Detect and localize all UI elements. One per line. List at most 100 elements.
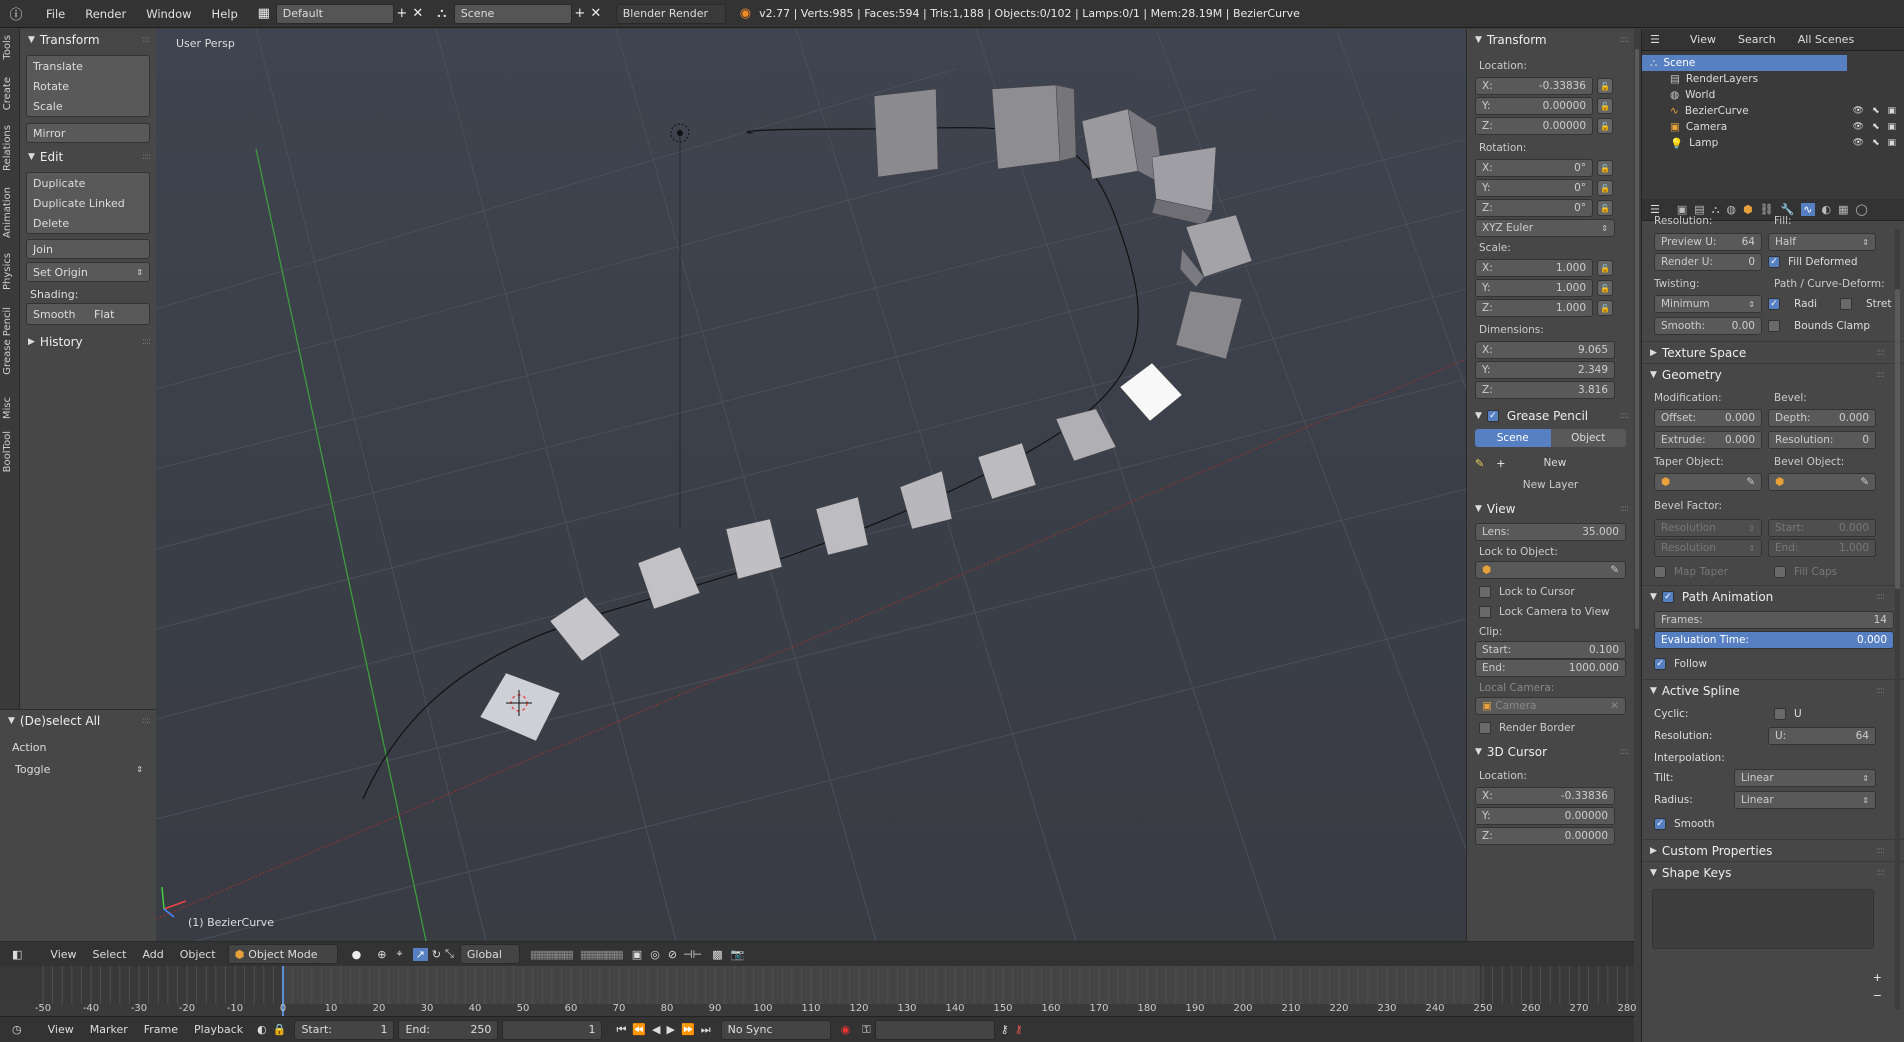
duplicate-linked-button[interactable]: Duplicate Linked [27,193,149,213]
bf-resolution-select-2[interactable]: Resolution ⇕ [1654,539,1762,557]
insert-keyframe-icon[interactable]: ⚷ [1001,1023,1009,1036]
cursor-panel-header[interactable]: ▼ 3D Cursor:::: [1467,741,1634,763]
delete-layout-icon[interactable]: ✕ [410,6,426,22]
npanel-scrollbar[interactable] [1634,29,1641,941]
lock-cursor-checkbox[interactable] [1479,586,1491,598]
render-border-checkbox[interactable] [1479,722,1491,734]
lock-cursor-row[interactable]: Lock to Cursor [1467,583,1634,601]
geometry-header[interactable]: ▼ Geometry:::: [1642,363,1904,385]
menu-file[interactable]: File [36,7,75,21]
sync-select[interactable]: No Sync [720,1019,831,1040]
outliner-editor-icon[interactable]: ☰ [1650,33,1660,46]
render-u-field[interactable]: Render U: 0 [1654,253,1762,271]
manipulator-icon[interactable]: ⌖ [396,947,402,961]
3d-viewport[interactable]: User Persp (1) BezierCurve [156,29,1466,941]
drag-grip-icon[interactable]: :::: [1620,747,1629,757]
tab-physics[interactable]: Physics [2,253,13,290]
lock-range-icon[interactable]: 🔒 [273,1023,287,1036]
follow-row[interactable]: ✓ Follow [1654,655,1894,673]
opengl-render-icon[interactable]: 📷 [731,948,745,961]
frames-field[interactable]: Frames: 14 [1654,611,1894,629]
action-select[interactable]: Toggle ⇕ [8,759,150,779]
outliner-item-scene[interactable]: ⛬ Scene [1642,55,1847,71]
rotation-x-field[interactable]: X: 0° [1475,159,1593,177]
active-spline-header[interactable]: ▼ Active Spline:::: [1642,679,1904,701]
drag-grip-icon[interactable]: :::: [1876,592,1885,602]
menu-object[interactable]: Object [172,948,224,961]
taper-object-field[interactable]: ⬢ ✎ [1654,473,1762,491]
add-icon[interactable]: + [1496,457,1505,470]
scale-manipulator-icon[interactable]: ⤡ [445,947,454,961]
spline-resolution-u-field[interactable]: U: 64 [1768,727,1876,745]
menu-window[interactable]: Window [136,7,201,21]
rotate-button[interactable]: Rotate [27,76,149,96]
translate-button[interactable]: Translate [27,56,149,76]
gp-tab-scene[interactable]: Scene [1475,429,1551,447]
extrude-field[interactable]: Extrude: 0.000 [1654,431,1762,449]
follow-checkbox[interactable]: ✓ [1654,658,1666,670]
scene-icon[interactable]: ⛬ [434,6,450,22]
lens-field[interactable]: Lens: 35.000 [1475,523,1626,541]
drag-grip-icon[interactable]: :::: [1620,504,1629,514]
end-frame-field[interactable]: End: 250 [398,1019,499,1040]
location-y-field[interactable]: Y: 0.00000 [1475,97,1593,115]
fill-caps-checkbox[interactable] [1774,566,1786,578]
layers-grid-2-icon[interactable]: ▦▦▦▦▦ [580,948,624,961]
grease-pencil-header[interactable]: ▼ ✓ Grease Pencil:::: [1467,405,1634,427]
preview-u-field[interactable]: Preview U: 64 [1654,233,1762,251]
tab-booltool[interactable]: BoolTool [2,431,13,472]
evaluation-time-field[interactable]: Evaluation Time: 0.000 [1654,631,1894,649]
drag-grip-icon[interactable]: :::: [1876,348,1885,358]
set-origin-select[interactable]: Set Origin ⇕ [26,262,150,282]
cyclic-u-checkbox[interactable] [1774,708,1786,720]
timeline-editor-icon[interactable]: ◷ [12,1023,22,1036]
orientation-select[interactable]: Global [459,944,520,964]
selectability-icon[interactable]: ⬉ [1872,122,1880,132]
duplicate-button[interactable]: Duplicate [27,173,149,193]
scale-x-field[interactable]: X: 1.000 [1475,259,1593,277]
outliner-item-world[interactable]: ◍ World [1642,87,1904,103]
fill-deformed-checkbox[interactable]: ✓ [1768,256,1780,268]
radius-interp-select[interactable]: Linear ⇕ [1734,791,1876,809]
grease-pencil-checkbox[interactable]: ✓ [1486,410,1499,422]
record-icon[interactable]: ◉ [841,1023,851,1036]
layers-grid-icon[interactable]: ▦▦▦▦▦ [530,948,574,961]
translate-manipulator-icon[interactable]: ↗ [412,947,428,961]
scene-field[interactable]: Scene [453,3,572,24]
rotation-y-field[interactable]: Y: 0° [1475,179,1593,197]
delete-keyframe-icon[interactable]: ⚷ [1015,1023,1023,1036]
3d-editor-icon[interactable]: ◧ [12,948,22,961]
drag-grip-icon[interactable]: :::: [1620,411,1629,421]
scale-y-field[interactable]: Y: 1.000 [1475,279,1593,297]
mode-select[interactable]: ⬢ Object Mode [227,944,338,964]
history-panel-header[interactable]: ▶ History:::: [20,331,156,353]
visibility-icon[interactable]: 👁 [1853,106,1864,116]
rotate-manipulator-icon[interactable]: ↻ [432,948,441,961]
viewport-canvas[interactable] [156,29,1466,941]
mirror-button[interactable]: Mirror [26,123,150,143]
operator-panel-header[interactable]: ▼ (De)select All:::: [0,710,156,732]
shape-keys-header[interactable]: ▼ Shape Keys:::: [1642,861,1904,883]
outliner-menu-search[interactable]: Search [1738,33,1776,46]
menu-help[interactable]: Help [202,7,248,21]
bf-end-field[interactable]: End: 1.000 [1768,539,1876,557]
eyedropper-icon[interactable]: ✎ [1746,476,1755,488]
shape-keys-list[interactable] [1652,889,1874,949]
tab-animation[interactable]: Animation [2,187,13,238]
lock-icon[interactable]: 🔓 [1597,180,1613,196]
dimensions-z-field[interactable]: Z: 3.816 [1475,381,1615,399]
join-button[interactable]: Join [26,239,150,259]
dimensions-y-field[interactable]: Y: 2.349 [1475,361,1615,379]
snap-target-icon[interactable]: ⊣⊢ [683,948,702,961]
location-x-field[interactable]: X: -0.33836 [1475,77,1593,95]
selectability-icon[interactable]: ⬉ [1872,106,1880,116]
drag-grip-icon[interactable]: :::: [1876,686,1885,696]
drag-grip-icon[interactable]: :::: [142,152,151,162]
tab-relations[interactable]: Relations [2,125,13,171]
play-icon[interactable]: ▶ [667,1023,675,1036]
clip-start-field[interactable]: Start: 0.100 [1475,641,1626,659]
path-animation-header[interactable]: ▼ ✓ Path Animation:::: [1642,585,1904,607]
drag-grip-icon[interactable]: :::: [1876,868,1885,878]
stretch-checkbox[interactable] [1840,298,1852,310]
render-engine-select[interactable]: Blender Render [615,3,726,24]
